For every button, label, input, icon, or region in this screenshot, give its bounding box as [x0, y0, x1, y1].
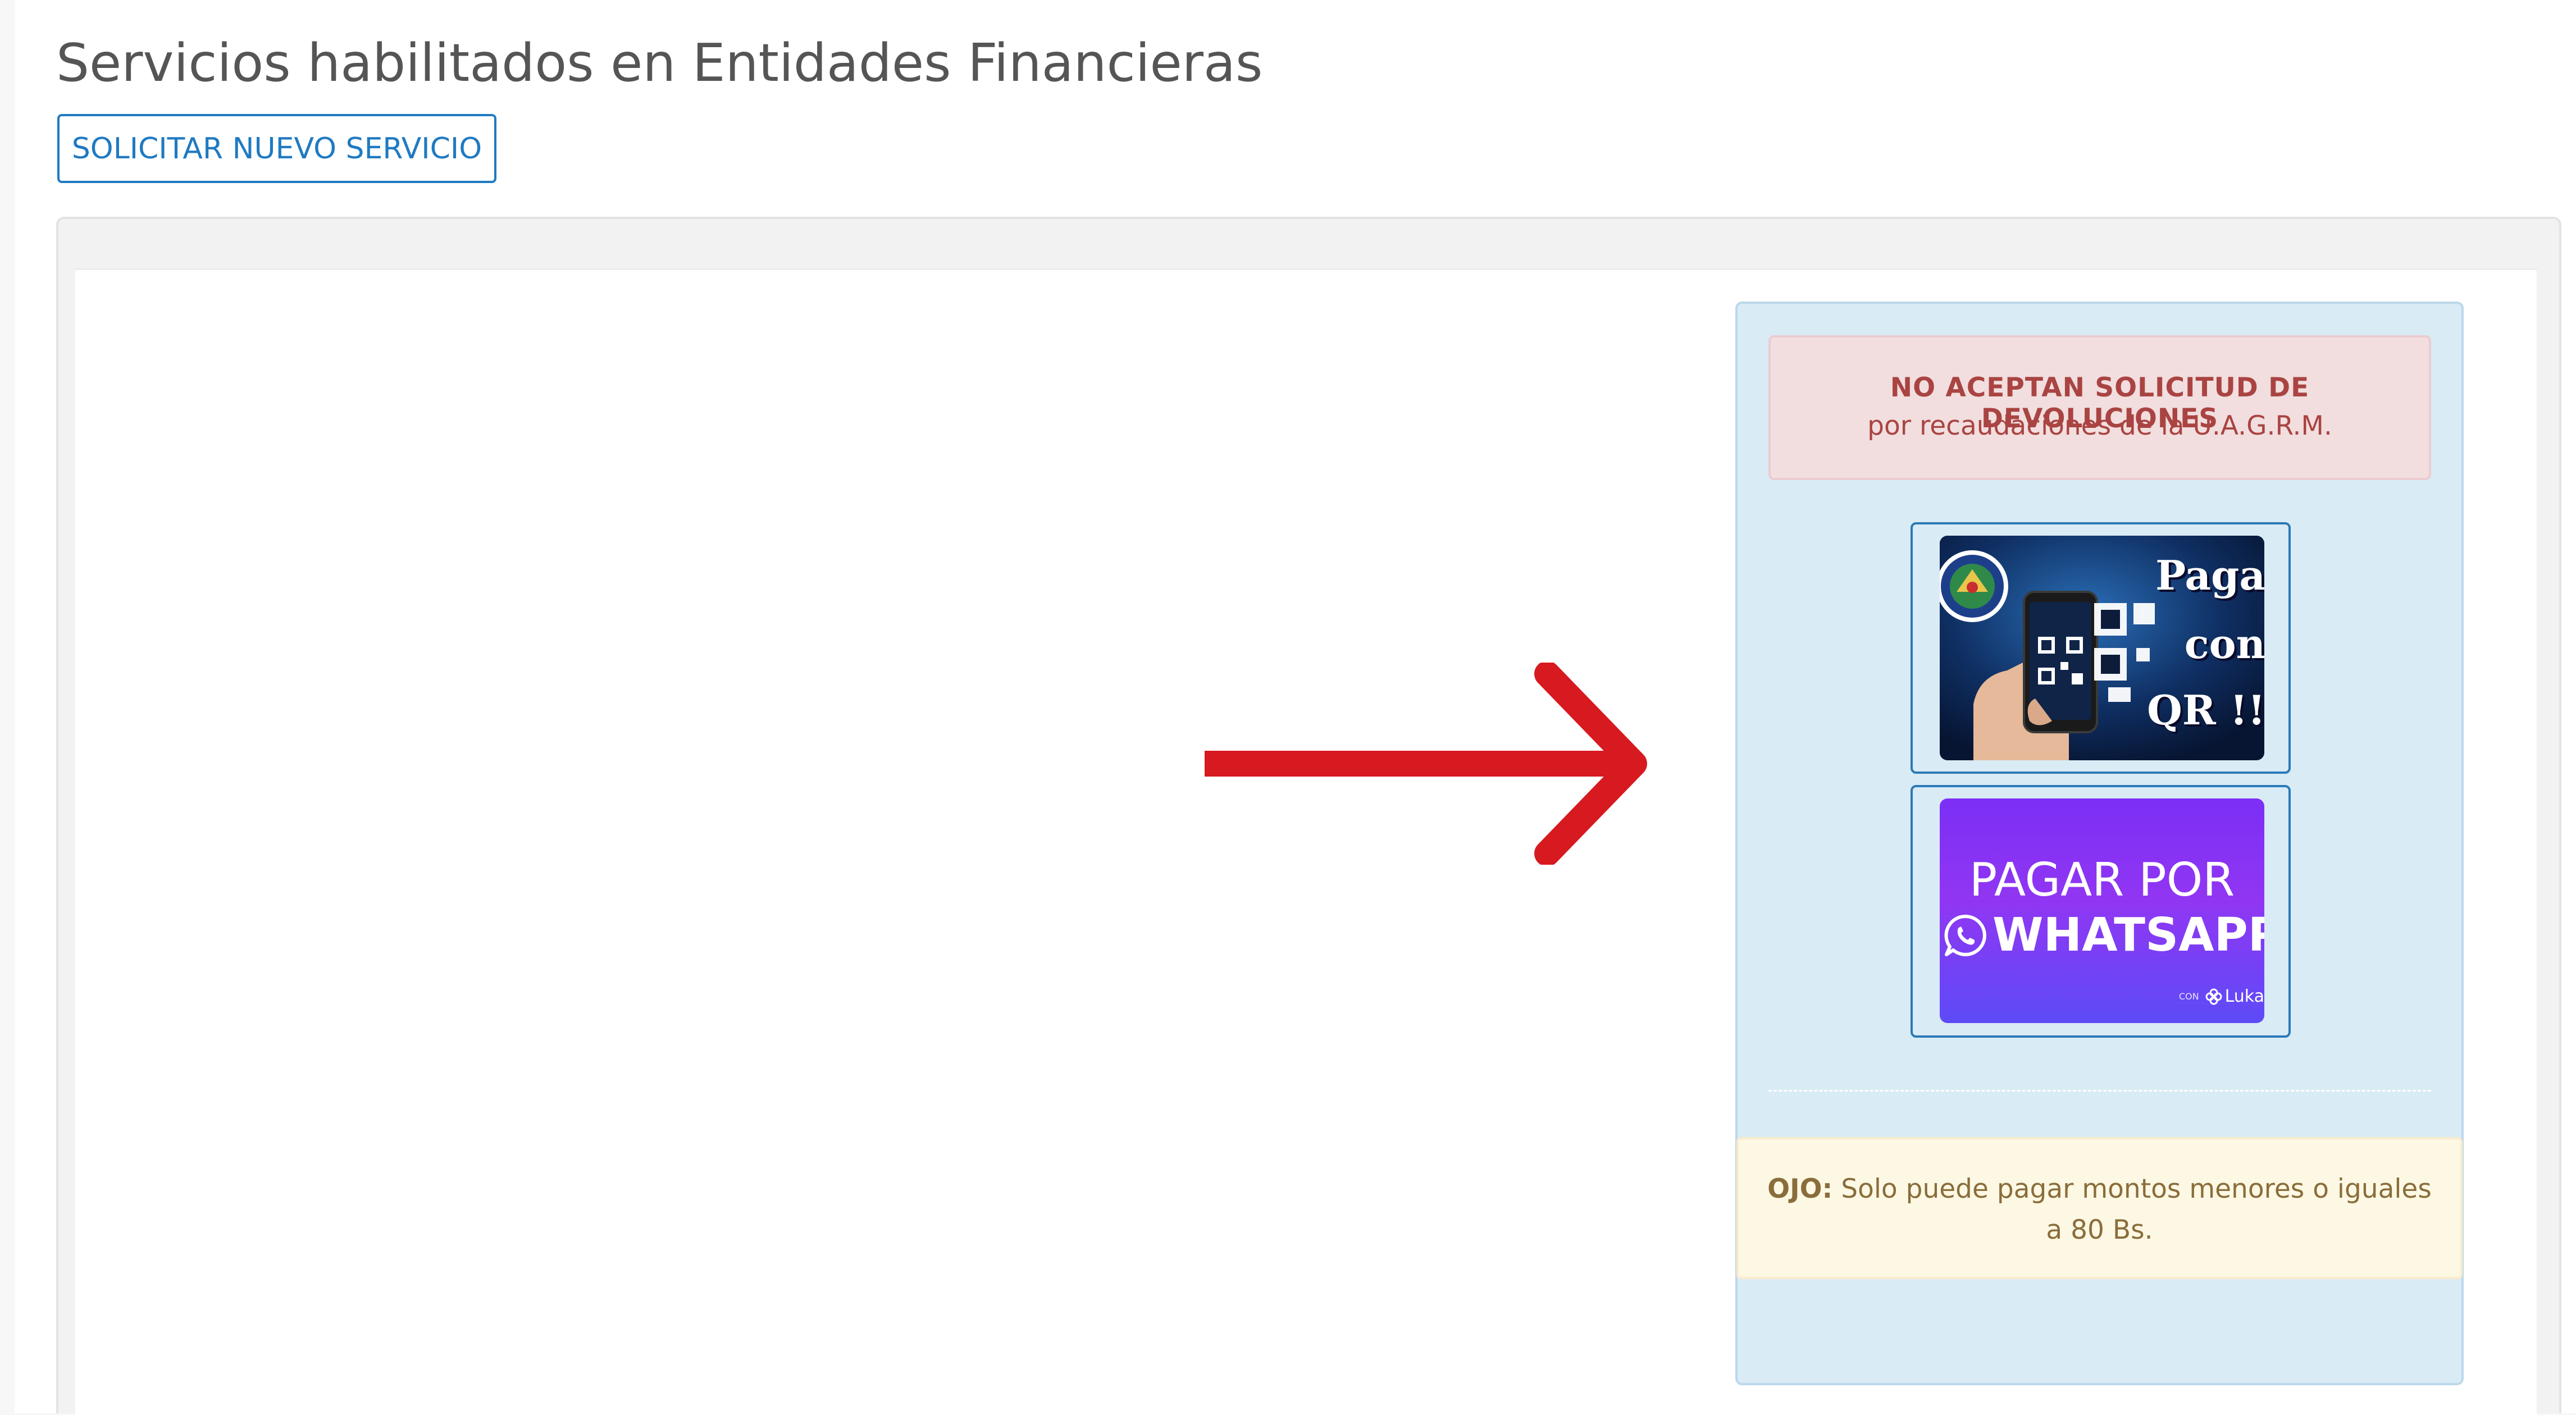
qr-banner-line3: QR !! [2147, 686, 2264, 734]
warning-label: OJO: [1767, 1174, 1833, 1204]
whatsapp-banner-line1: PAGAR POR [1969, 853, 2235, 907]
page-title: Servicios habilitados en Entidades Finan… [56, 33, 1263, 93]
qr-banner-line2: con [2184, 620, 2264, 668]
request-new-service-button[interactable]: SOLICITAR NUEVO SERVICIO [57, 114, 496, 183]
warning-text: Solo puede pagar montos menores o iguale… [1832, 1174, 2432, 1245]
no-refunds-text: por recaudaciones de la U.A.G.R.M. [1867, 410, 2332, 441]
luka-brand: CON Luka [2179, 987, 2264, 1006]
amount-limit-warning: OJO: Solo puede pagar montos menores o i… [1736, 1137, 2463, 1279]
qr-banner-line1: Paga [2155, 551, 2264, 599]
pay-with-whatsapp-link[interactable]: PAGAR POR WHATSAPP CON Luka [1911, 785, 2291, 1038]
luka-flower-icon [2205, 988, 2222, 1005]
sidebar-divider [1768, 1090, 2431, 1092]
luka-brand-name: Luka [2224, 987, 2264, 1006]
qr-payment-banner: Paga con QR !! [1940, 536, 2264, 760]
whatsapp-payment-banner: PAGAR POR WHATSAPP CON Luka [1940, 798, 2264, 1023]
university-seal-icon [1940, 550, 2008, 622]
pay-with-qr-link[interactable]: Paga con QR !! [1911, 522, 2291, 774]
whatsapp-banner-line2: WHATSAPP [1993, 909, 2264, 962]
luka-prefix: CON [2178, 991, 2199, 1002]
whatsapp-banner-line2-row: WHATSAPP [1943, 909, 2264, 962]
whatsapp-icon [1944, 914, 1986, 956]
no-refunds-alert: NO ACEPTAN SOLICITUD DE DEVOLUCIONES por… [1768, 335, 2431, 480]
annotation-arrow-icon [1205, 663, 1647, 865]
